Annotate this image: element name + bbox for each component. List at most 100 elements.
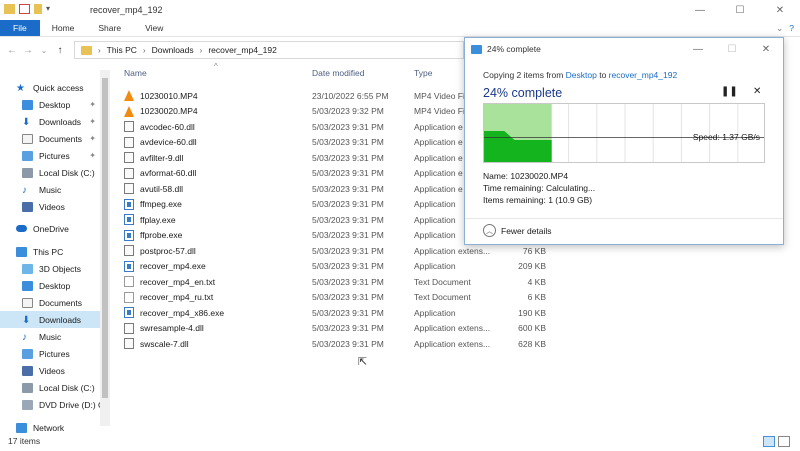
chevron-down-icon[interactable]: ⌄ <box>776 23 783 34</box>
sidebar-item-label: Documents <box>39 297 82 308</box>
help-icon[interactable]: ? <box>789 23 794 34</box>
sidebar-item-music[interactable]: ♪ Music <box>0 181 110 198</box>
new-folder-icon[interactable] <box>34 4 42 14</box>
sidebar-item-local-disk-pc[interactable]: Local Disk (C:) <box>0 379 110 396</box>
sidebar-item-pictures-pc[interactable]: Pictures <box>0 345 110 362</box>
up-arrow-icon[interactable]: ↑ <box>52 45 68 56</box>
properties-icon[interactable] <box>19 4 30 14</box>
destination-link[interactable]: recover_mp4_192 <box>609 70 678 80</box>
file-row[interactable]: recover_mp4.exe 5/03/2023 9:31 PM Applicat… <box>124 259 554 274</box>
sidebar-item-documents[interactable]: Documents ✦ <box>0 130 110 147</box>
sidebar-item-this-pc[interactable]: This PC <box>0 243 110 260</box>
column-header-name[interactable]: Name <box>124 68 147 82</box>
sidebar-scrollbar[interactable] <box>100 70 110 426</box>
sidebar-item-label: Pictures <box>39 348 70 359</box>
close-button[interactable]: ✕ <box>749 38 783 60</box>
application-icon <box>124 214 134 225</box>
vlc-icon <box>124 105 134 117</box>
sidebar-item-label: This PC <box>33 246 64 257</box>
file-name: ffplay.exe <box>140 214 176 225</box>
sidebar-item-label: Videos <box>39 201 65 212</box>
dll-file-icon <box>124 136 134 148</box>
sidebar-item-downloads-pc[interactable]: ⬇ Downloads <box>0 311 110 328</box>
sidebar-item-dvd-drive[interactable]: DVD Drive (D:) C <box>0 396 110 413</box>
application-icon <box>124 198 134 210</box>
breadcrumb-this-pc[interactable]: This PC <box>107 45 137 55</box>
file-name-cell: avcodec-60.dll <box>124 121 195 132</box>
file-size: 6 KB <box>527 292 546 302</box>
documents-icon <box>22 297 33 308</box>
sort-arrow-icon: ^ <box>214 62 218 71</box>
minimize-button[interactable]: — <box>680 0 720 20</box>
file-name: postproc-57.dll <box>140 245 196 256</box>
copy-prefix: Copying 2 items from <box>483 70 566 80</box>
sidebar-item-onedrive[interactable]: OneDrive <box>0 220 110 237</box>
file-row[interactable]: recover_mp4_ru.txt 5/03/2023 9:31 PM Text … <box>124 290 554 305</box>
sidebar-item-desktop[interactable]: Desktop ✦ <box>0 96 110 113</box>
cancel-button[interactable]: ✕ <box>753 86 761 97</box>
back-arrow-icon[interactable]: ← <box>4 45 20 56</box>
sidebar-item-videos-pc[interactable]: Videos <box>0 362 110 379</box>
sidebar-item-videos[interactable]: Videos <box>0 198 110 215</box>
file-name-cell: swscale-7.dll <box>124 338 189 349</box>
text-file-icon <box>124 291 134 303</box>
sidebar-item-pictures[interactable]: Pictures ✦ <box>0 147 110 164</box>
sidebar-item-network[interactable]: Network <box>0 419 110 436</box>
forward-arrow-icon[interactable]: → <box>20 45 36 56</box>
file-row[interactable]: swscale-7.dll 5/03/2023 9:31 PM Applicatio… <box>124 336 554 351</box>
file-name: avfilter-9.dll <box>140 152 184 163</box>
dialog-divider <box>465 218 783 219</box>
sidebar-item-documents-pc[interactable]: Documents <box>0 294 110 311</box>
column-header-date[interactable]: Date modified <box>312 68 364 82</box>
text-file-icon <box>124 276 134 287</box>
file-row[interactable]: swresample-4.dll 5/03/2023 9:31 PM Applica… <box>124 321 554 336</box>
file-type: Application extens... <box>414 245 491 256</box>
file-type: Application <box>414 230 456 240</box>
address-bar[interactable]: › This PC › Downloads › recover_mp4_192 <box>74 41 464 59</box>
file-name: recover_mp4_x86.exe <box>140 307 225 318</box>
folder-icon <box>4 4 15 14</box>
file-name-cell: postproc-57.dll <box>124 245 196 256</box>
items-remaining: Items remaining: 1 (10.9 GB) <box>483 195 593 205</box>
file-row[interactable]: postproc-57.dll 5/03/2023 9:31 PM Applicat… <box>124 243 554 258</box>
file-row[interactable]: recover_mp4_x86.exe 5/03/2023 9:31 PM Appl… <box>124 305 554 320</box>
view-switcher <box>763 436 790 447</box>
file-type: Application extens... <box>414 338 491 349</box>
large-icons-view-icon[interactable] <box>778 436 790 447</box>
tab-file[interactable]: File <box>0 20 40 36</box>
minimize-button[interactable]: — <box>681 38 715 60</box>
folder-icon <box>81 45 92 55</box>
fewer-details-button[interactable]: ︿ Fewer details <box>483 224 552 237</box>
source-link[interactable]: Desktop <box>566 70 597 80</box>
pin-icon: ✦ <box>89 134 96 143</box>
breadcrumb-downloads[interactable]: Downloads <box>152 45 194 55</box>
sidebar-item-local-disk[interactable]: Local Disk (C:) <box>0 164 110 181</box>
close-button[interactable]: ✕ <box>760 0 800 20</box>
chevron-down-icon[interactable]: ⌄ <box>36 46 52 55</box>
tab-home[interactable]: Home <box>40 20 87 36</box>
details-view-icon[interactable] <box>763 436 775 447</box>
dll-file-icon <box>124 121 134 132</box>
maximize-button[interactable]: ☐ <box>715 38 749 60</box>
download-icon: ⬇ <box>22 116 31 128</box>
scrollbar-thumb[interactable] <box>102 78 108 398</box>
pause-button[interactable]: ❚❚ <box>721 86 738 97</box>
sidebar-item-desktop-pc[interactable]: Desktop <box>0 277 110 294</box>
file-row[interactable]: recover_mp4_en.txt 5/03/2023 9:31 PM Text … <box>124 274 554 289</box>
chevron-down-icon[interactable]: ▾ <box>46 4 52 14</box>
column-header-type[interactable]: Type <box>414 68 432 82</box>
tab-share[interactable]: Share <box>86 20 133 36</box>
sidebar-item-label: Desktop <box>39 99 71 110</box>
sidebar-item-music-pc[interactable]: ♪ Music <box>0 328 110 345</box>
breadcrumb-current[interactable]: recover_mp4_192 <box>208 45 277 55</box>
file-type: MP4 Video Fi <box>414 90 465 101</box>
desktop-icon <box>22 280 33 291</box>
sidebar-item-3d-objects[interactable]: 3D Objects <box>0 260 110 277</box>
sidebar-item-downloads[interactable]: ⬇ Downloads ✦ <box>0 113 110 130</box>
sidebar-item-label: Local Disk (C:) <box>39 167 95 178</box>
window-controls: — ☐ ✕ <box>680 0 800 20</box>
tab-view[interactable]: View <box>133 20 175 36</box>
sidebar-item-quick-access[interactable]: ★ Quick access <box>0 79 110 96</box>
file-size: 209 KB <box>518 261 546 271</box>
maximize-button[interactable]: ☐ <box>720 0 760 20</box>
